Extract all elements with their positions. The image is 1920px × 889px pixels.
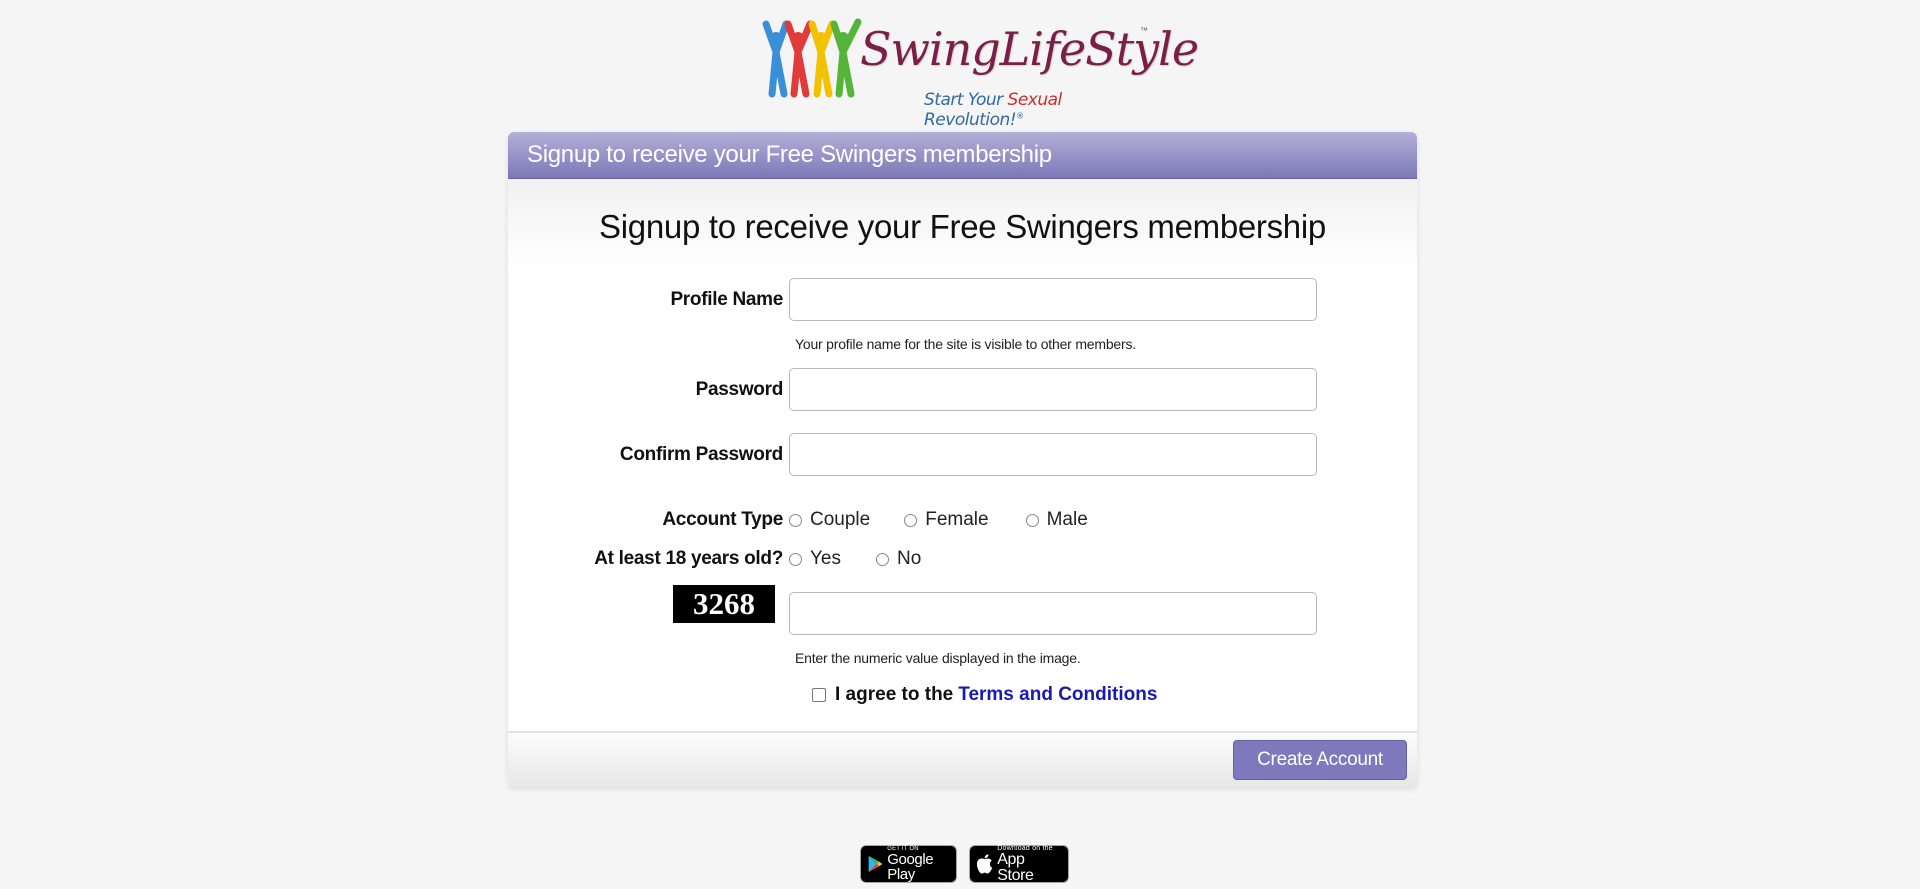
account-type-label: Account Type xyxy=(662,509,783,530)
radio-yes[interactable]: Yes xyxy=(789,548,841,570)
radio-yes-label: Yes xyxy=(810,548,841,569)
panel-footer: Create Account xyxy=(508,731,1417,789)
confirm-password-input[interactable] xyxy=(789,433,1317,476)
profile-name-input[interactable] xyxy=(789,278,1317,321)
form-title: Signup to receive your Free Swingers mem… xyxy=(599,208,1326,245)
radio-female-label: Female xyxy=(925,509,989,530)
app-store-big-text: App Store xyxy=(997,850,1034,884)
profile-name-hint: Your profile name for the site is visibl… xyxy=(795,336,1136,352)
registered-mark: ® xyxy=(1016,111,1024,121)
terms-agreement: I agree to the Terms and Conditions xyxy=(812,684,1157,706)
dancing-people-icon xyxy=(762,18,862,98)
password-label: Password xyxy=(695,379,784,400)
radio-couple[interactable]: Couple xyxy=(789,509,870,531)
google-play-badge[interactable]: GET IT ON Google Play xyxy=(860,845,957,883)
radio-circle-icon[interactable] xyxy=(789,552,802,566)
age-check-radio-group: Yes No xyxy=(789,548,921,570)
trademark-mark: ™ xyxy=(1140,26,1148,35)
terms-checkbox[interactable] xyxy=(812,688,826,702)
app-store-badge[interactable]: Download on the App Store xyxy=(969,845,1069,883)
captcha-hint: Enter the numeric value displayed in the… xyxy=(795,650,1081,666)
radio-circle-icon[interactable] xyxy=(876,552,889,566)
google-play-big-text: Google Play xyxy=(887,851,934,883)
tagline-highlight: Sexual xyxy=(1007,90,1063,110)
site-logo[interactable]: SwingLifeStyle ™ Start Your Sexual Revol… xyxy=(758,12,1199,130)
apple-icon xyxy=(976,854,993,874)
password-input[interactable] xyxy=(789,368,1317,411)
radio-circle-icon[interactable] xyxy=(1025,513,1039,527)
radio-male-label: Male xyxy=(1046,509,1088,530)
radio-circle-icon[interactable] xyxy=(904,513,918,527)
panel-header: Signup to receive your Free Swingers mem… xyxy=(508,132,1417,179)
signup-form: Signup to receive your Free Swingers mem… xyxy=(508,179,1417,731)
tagline-end: Revolution! xyxy=(924,110,1017,130)
tagline-start: Start Your xyxy=(924,90,1008,110)
app-store-badges: GET IT ON Google Play Download on the Ap… xyxy=(860,845,1069,883)
signup-panel: Signup to receive your Free Swingers mem… xyxy=(508,132,1417,789)
terms-link[interactable]: Terms and Conditions xyxy=(958,684,1157,706)
radio-no[interactable]: No xyxy=(876,548,921,570)
logo-tagline: Start Your Sexual Revolution!® xyxy=(924,90,1158,130)
radio-couple-label: Couple xyxy=(810,509,871,530)
radio-no-label: No xyxy=(897,548,922,569)
radio-female[interactable]: Female xyxy=(904,509,989,531)
age-check-label: At least 18 years old? xyxy=(594,548,783,569)
account-type-radio-group: Couple Female Male xyxy=(789,509,1088,531)
profile-name-label: Profile Name xyxy=(670,289,783,310)
radio-male[interactable]: Male xyxy=(1025,509,1088,531)
radio-circle-icon[interactable] xyxy=(789,513,802,527)
google-play-icon xyxy=(868,855,883,873)
confirm-password-label: Confirm Password xyxy=(619,444,783,465)
captcha-image: 3268 xyxy=(673,585,775,623)
agree-text: I agree to the xyxy=(835,684,954,705)
captcha-input[interactable] xyxy=(789,592,1317,635)
create-account-button[interactable]: Create Account xyxy=(1233,740,1407,780)
